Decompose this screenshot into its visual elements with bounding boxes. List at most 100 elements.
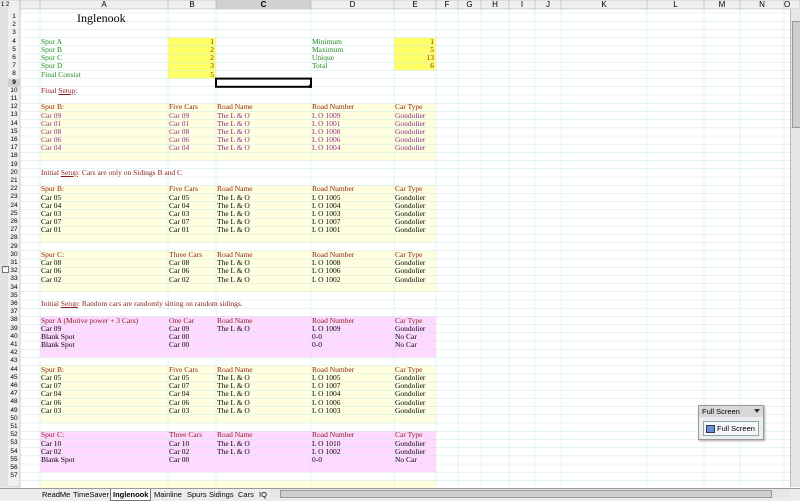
row-header-44[interactable]: 44 <box>8 366 20 374</box>
row-header-54[interactable]: 54 <box>8 448 20 456</box>
row-header-48[interactable]: 48 <box>8 398 20 406</box>
row-header-37[interactable]: 37 <box>8 308 20 316</box>
row-header-1[interactable]: 1 <box>8 13 20 21</box>
column-header-O[interactable]: O <box>784 0 790 9</box>
vertical-scrollbar[interactable] <box>790 9 800 487</box>
row-header-36[interactable]: 36 <box>8 300 20 308</box>
fullscreen-toolbar-title[interactable]: Full Screen <box>699 406 763 417</box>
row-header-4[interactable]: 4 <box>8 38 20 46</box>
sheet-title: Inglenook <box>77 11 126 25</box>
sheet-tab-cars[interactable]: Cars <box>236 489 256 500</box>
summary-value: 1 <box>430 36 434 46</box>
init2-spur-a-cell: Blank Spot <box>41 340 75 350</box>
column-header-I[interactable]: I <box>509 0 535 9</box>
row-header-5[interactable]: 5 <box>8 46 20 54</box>
row-header-53[interactable]: 53 <box>8 439 20 447</box>
row-header-18[interactable]: 18 <box>8 152 20 160</box>
row-header-2[interactable]: 2 <box>8 21 20 29</box>
column-header-H[interactable]: H <box>481 0 509 9</box>
row-header-28[interactable]: 28 <box>8 234 20 242</box>
row-header-34[interactable]: 34 <box>8 284 20 292</box>
row-header-46[interactable]: 46 <box>8 382 20 390</box>
sheet-tab-readme[interactable]: ReadMe <box>40 489 72 500</box>
row-header-47[interactable]: 47 <box>8 390 20 398</box>
row-header-19[interactable]: 19 <box>8 161 20 169</box>
row-header-31[interactable]: 31 <box>8 259 20 267</box>
column-header-F[interactable]: F <box>436 0 458 9</box>
sheet-tab-sidings[interactable]: Sidings <box>207 489 236 500</box>
column-header-N[interactable]: N <box>740 0 784 9</box>
row-header-26[interactable]: 26 <box>8 218 20 226</box>
row-header-25[interactable]: 25 <box>8 210 20 218</box>
row-header-42[interactable]: 42 <box>8 349 20 357</box>
row-header-39[interactable]: 39 <box>8 325 20 333</box>
row-header-27[interactable]: 27 <box>8 226 20 234</box>
horizontal-scrollbar[interactable] <box>270 489 790 498</box>
row-header-17[interactable]: 17 <box>8 144 20 152</box>
column-header-A[interactable]: A <box>40 0 168 9</box>
outline-level-1-button[interactable]: 1 <box>1 1 4 9</box>
row-header-50[interactable]: 50 <box>8 415 20 423</box>
row-header-16[interactable]: 16 <box>8 136 20 144</box>
outline-collapse-icon[interactable]: − <box>2 266 9 273</box>
row-header-40[interactable]: 40 <box>8 333 20 341</box>
sheet-tab-spurs[interactable]: Spurs <box>185 489 209 500</box>
row-header-52[interactable]: 52 <box>8 431 20 439</box>
selected-cell-c9 <box>215 77 312 88</box>
horizontal-scroll-thumb[interactable] <box>280 490 772 498</box>
row-header-38[interactable]: 38 <box>8 316 20 324</box>
column-header-C[interactable]: C <box>216 0 311 9</box>
row-header-11[interactable]: 11 <box>8 95 20 103</box>
column-header-B[interactable]: B <box>168 0 216 9</box>
row-header-45[interactable]: 45 <box>8 374 20 382</box>
column-header-M[interactable]: M <box>704 0 740 9</box>
row-header-21[interactable]: 21 <box>8 177 20 185</box>
row-header-22[interactable]: 22 <box>8 185 20 193</box>
row-header-32[interactable]: 32 <box>8 267 20 275</box>
row-header-41[interactable]: 41 <box>8 341 20 349</box>
row-header-55[interactable]: 55 <box>8 456 20 464</box>
column-header-L[interactable]: L <box>647 0 704 9</box>
row-header-51[interactable]: 51 <box>8 423 20 431</box>
row-header-57[interactable]: 57 <box>8 472 20 480</box>
row-header-56[interactable]: 56 <box>8 464 20 472</box>
row-header-10[interactable]: 10 <box>8 87 20 95</box>
init2-spur-b-cell: Car 03 <box>41 405 62 415</box>
row-header-12[interactable]: 12 <box>8 103 20 111</box>
vertical-scroll-thumb[interactable] <box>792 21 800 128</box>
row-header-3[interactable]: 3 <box>8 29 20 37</box>
row-header-29[interactable]: 29 <box>8 243 20 251</box>
row-header-9[interactable]: 9 <box>8 79 20 87</box>
column-header-E[interactable]: E <box>394 0 436 9</box>
row-header-13[interactable]: 13 <box>8 111 20 119</box>
block-fill <box>40 414 436 423</box>
row-header-30[interactable]: 30 <box>8 251 20 259</box>
summary-label: Final Consist <box>41 69 81 79</box>
outline-level-2-button[interactable]: 2 <box>6 1 9 9</box>
row-header-24[interactable]: 24 <box>8 202 20 210</box>
column-header-K[interactable]: K <box>561 0 647 9</box>
sheet-tab-inglenook[interactable]: Inglenook <box>110 489 152 501</box>
row-header-43[interactable]: 43 <box>8 357 20 365</box>
row-header-14[interactable]: 14 <box>8 120 20 128</box>
row-header-6[interactable]: 6 <box>8 54 20 62</box>
row-header-7[interactable]: 7 <box>8 62 20 70</box>
row-header-15[interactable]: 15 <box>8 128 20 136</box>
fullscreen-toolbar: Full Screen Full Screen <box>698 405 764 440</box>
init1-spur-c-cell: Car 02 <box>169 274 190 284</box>
row-header-33[interactable]: 33 <box>8 275 20 283</box>
row-header-8[interactable]: 8 <box>8 70 20 78</box>
row-header-35[interactable]: 35 <box>8 292 20 300</box>
row-header-20[interactable]: 20 <box>8 169 20 177</box>
spreadsheet-grid[interactable]: 1 2 A B C D E F G H I J K L M N O 1 2 3 4 5 6 7 8 9 10 11 12 13 14 15 16… <box>0 0 800 500</box>
sheet-tab-mainline[interactable]: Mainline <box>152 489 184 500</box>
sheet-tab-iq[interactable]: IQ <box>257 489 269 500</box>
row-header-23[interactable]: 23 <box>8 193 20 201</box>
row-header-49[interactable]: 49 <box>8 407 20 415</box>
dropdown-arrow-icon[interactable] <box>754 409 760 413</box>
column-header-G[interactable]: G <box>458 0 481 9</box>
column-header-J[interactable]: J <box>535 0 561 9</box>
fullscreen-button[interactable]: Full Screen <box>703 421 759 436</box>
sheet-tab-timesaver[interactable]: TimeSaver <box>71 489 111 500</box>
column-header-D[interactable]: D <box>311 0 394 9</box>
